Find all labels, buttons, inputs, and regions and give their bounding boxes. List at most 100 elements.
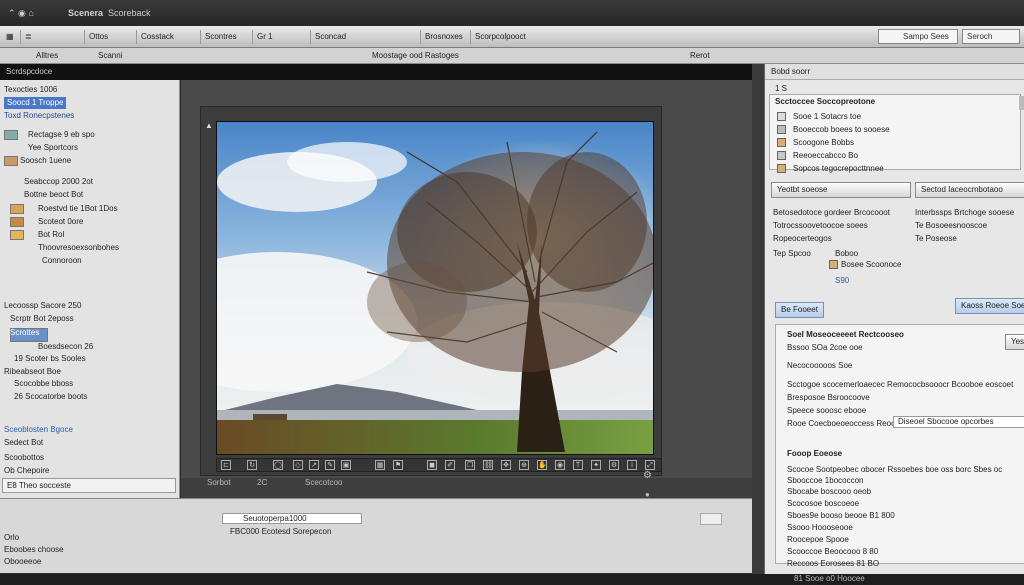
pen-icon[interactable]: ✐ xyxy=(445,460,455,470)
arrow-icon[interactable]: ↗ xyxy=(309,460,319,470)
sub-toolbar: Alltres Scanni Moostage ood Rastoges Rer… xyxy=(0,48,1024,64)
stamp-icon[interactable]: ◼ xyxy=(427,460,437,470)
list-item[interactable]: Booeccob boees to sooese xyxy=(793,124,890,135)
tree-item[interactable]: Texocties 1006 xyxy=(4,84,57,96)
tree-item[interactable]: Toxd Ronecpstenes xyxy=(4,110,74,122)
tab-right[interactable]: Sectod Iaceocmbotaoo xyxy=(915,182,1024,198)
layers-icon[interactable]: ❐ xyxy=(465,460,475,470)
hand-icon[interactable]: ✋ xyxy=(537,460,547,470)
pin-icon[interactable]: ▲ xyxy=(205,121,213,130)
zoom-icon[interactable]: ⊕ xyxy=(519,460,529,470)
image-icon xyxy=(777,138,786,147)
subbar-left-b[interactable]: Scanni xyxy=(98,51,122,60)
style-select[interactable]: Diseoel Sbocooe opcorbes xyxy=(893,416,1024,428)
tree-item[interactable]: Boesdsecon 26 xyxy=(38,341,93,353)
frame-icon[interactable]: ▣ xyxy=(341,460,351,470)
tree-item[interactable]: 26 Scocatorbe boots xyxy=(14,391,87,403)
tree-item[interactable]: Rectagse 9 eb spo xyxy=(28,129,95,141)
tree-item[interactable]: 19 Scoter bs Sooles xyxy=(14,353,86,365)
tree-item[interactable]: Ribeabseot Boe xyxy=(4,366,61,378)
tree-item-selected[interactable]: Soocd 1 Troppe xyxy=(4,97,67,109)
tree-item[interactable]: Bottne beoct Bot xyxy=(24,189,83,201)
tree-item[interactable]: Seabccop 2000 2ot xyxy=(24,176,93,188)
list-item[interactable]: Sedect Bot xyxy=(4,437,43,449)
list-item[interactable]: Ob Chepoire xyxy=(4,465,49,477)
tree-item[interactable]: Scocobbe bboss xyxy=(14,378,73,390)
circle-icon[interactable]: ◯ xyxy=(273,460,283,470)
subbar-left-a[interactable]: Alltres xyxy=(36,51,58,60)
search-input[interactable]: Seroch xyxy=(962,29,1020,44)
thumbnail-icon[interactable] xyxy=(10,230,24,240)
scrollbar[interactable] xyxy=(1019,96,1024,110)
toolbar-field-left[interactable]: Gr 1 xyxy=(252,30,277,44)
footer-button-right[interactable]: Kaoss Roeoe Soe xyxy=(955,298,1024,314)
panel-status-field[interactable]: E8 Theo socceste xyxy=(2,478,176,493)
list-item[interactable]: Scoobottos xyxy=(4,452,44,464)
rotate-icon[interactable]: ↻ xyxy=(247,460,257,470)
thumbnail-icon[interactable] xyxy=(10,204,24,214)
toolbar-item-2[interactable]: Cosstack xyxy=(136,30,178,44)
move-icon[interactable]: ✥ xyxy=(501,460,511,470)
subbar-right[interactable]: Rerot xyxy=(690,51,710,60)
detail-line: Scocoe Sootpeobec obocer Rssoebes boe os… xyxy=(787,465,1003,474)
splitter[interactable] xyxy=(752,64,764,574)
list-item[interactable]: Sopcos tegocrepocttnnee xyxy=(793,163,884,174)
list-item[interactable]: Reeoeccabcco Bo xyxy=(793,150,858,161)
list-item[interactable]: Obooeeoe xyxy=(4,557,41,566)
toolbar-item-4[interactable]: Sconcad xyxy=(310,30,350,44)
list-item[interactable]: Eboobes choose xyxy=(4,545,64,554)
tree-item[interactable]: Scrottes xyxy=(10,327,39,339)
tree-item[interactable]: Yee Sportcors xyxy=(28,142,78,154)
text-icon[interactable]: T xyxy=(573,460,583,470)
grid-icon[interactable]: ▦ xyxy=(2,30,18,44)
brush-icon[interactable]: ✎ xyxy=(325,460,335,470)
tree-item[interactable]: Scrptr Bot 2eposs xyxy=(10,313,74,325)
info-icon[interactable]: i xyxy=(627,460,637,470)
section-header: Lecoossp Sacore 250 xyxy=(4,301,82,310)
panel-status-text: E8 Theo socceste xyxy=(7,481,71,490)
file-list-title: Scctoccee Soccopreotone xyxy=(775,97,876,106)
grid-icon[interactable]: ▦ xyxy=(375,460,385,470)
crop-icon[interactable]: ⊏ xyxy=(221,460,231,470)
tree-item[interactable]: Scoteot 0ore xyxy=(38,216,83,228)
detail-line: Reccoos Eorosees 81 BO xyxy=(787,559,880,568)
gear-icon[interactable]: ⚙ xyxy=(609,460,619,470)
detail-line: Sbooccoe 1bococcon xyxy=(787,476,864,485)
detail-line: Ssooo Hoooseooe xyxy=(787,523,853,532)
toolbar-item-5[interactable]: Brosnoxes xyxy=(420,30,467,44)
expand-icon[interactable]: ⤢ xyxy=(645,460,655,470)
toolbar-item-6[interactable]: Scorpcolpooct xyxy=(470,30,530,44)
price-link[interactable]: S90 xyxy=(835,275,849,286)
tag-button[interactable]: Yes xyxy=(1005,334,1024,350)
list-item[interactable]: Orlo xyxy=(4,533,19,542)
tree-item[interactable]: Connoroon xyxy=(42,255,82,267)
eye-icon[interactable]: ◉ xyxy=(555,460,565,470)
tree-item[interactable]: Soosch 1uene xyxy=(20,155,71,167)
link-icon[interactable]: ⛓ xyxy=(483,460,493,470)
list-item[interactable]: Scoogone Bobbs xyxy=(793,137,854,148)
file-icon xyxy=(777,151,786,160)
tag-icon[interactable]: ◇ xyxy=(293,460,303,470)
collapse-icon[interactable] xyxy=(700,513,722,525)
detail-line: Scocosoe boscoeoe xyxy=(787,499,860,508)
tab-left[interactable]: Yeotbt soeose xyxy=(771,182,911,198)
library-link[interactable]: Sceoblosten Bgoce xyxy=(4,424,73,436)
thumbnail-icon[interactable] xyxy=(4,156,18,166)
photo-preview[interactable] xyxy=(216,121,654,455)
bottom-field-1[interactable]: Seuotoperpa1000 xyxy=(222,513,362,524)
toolbar-item-1[interactable]: Ottos xyxy=(84,30,112,44)
tree-item[interactable]: Thoovresoexsonbohes xyxy=(38,242,119,254)
thumbnail-icon[interactable] xyxy=(10,217,24,227)
stack-icon[interactable]: ≣ xyxy=(20,30,36,44)
window-controls-icon[interactable]: ⌃ ◉ ⌂ xyxy=(8,8,34,19)
flag-icon[interactable]: ⚑ xyxy=(393,460,403,470)
thumbnail-icon[interactable] xyxy=(4,130,18,140)
toolbar-field-right[interactable]: Sampo Sees xyxy=(878,29,958,44)
list-item[interactable]: Sooe 1 Sotacrs toe xyxy=(793,111,861,122)
sparkle-icon[interactable]: ✦ xyxy=(591,460,601,470)
toolbar-item-3[interactable]: Scontres xyxy=(200,30,241,44)
tree-item[interactable]: Roestvd tie 1Bot 1Dos xyxy=(38,203,118,215)
tree-item[interactable]: Bot Rol xyxy=(38,229,64,241)
settings-icon[interactable]: ⚙ xyxy=(643,470,652,481)
footer-button-left[interactable]: Be Fooeet xyxy=(775,302,824,318)
